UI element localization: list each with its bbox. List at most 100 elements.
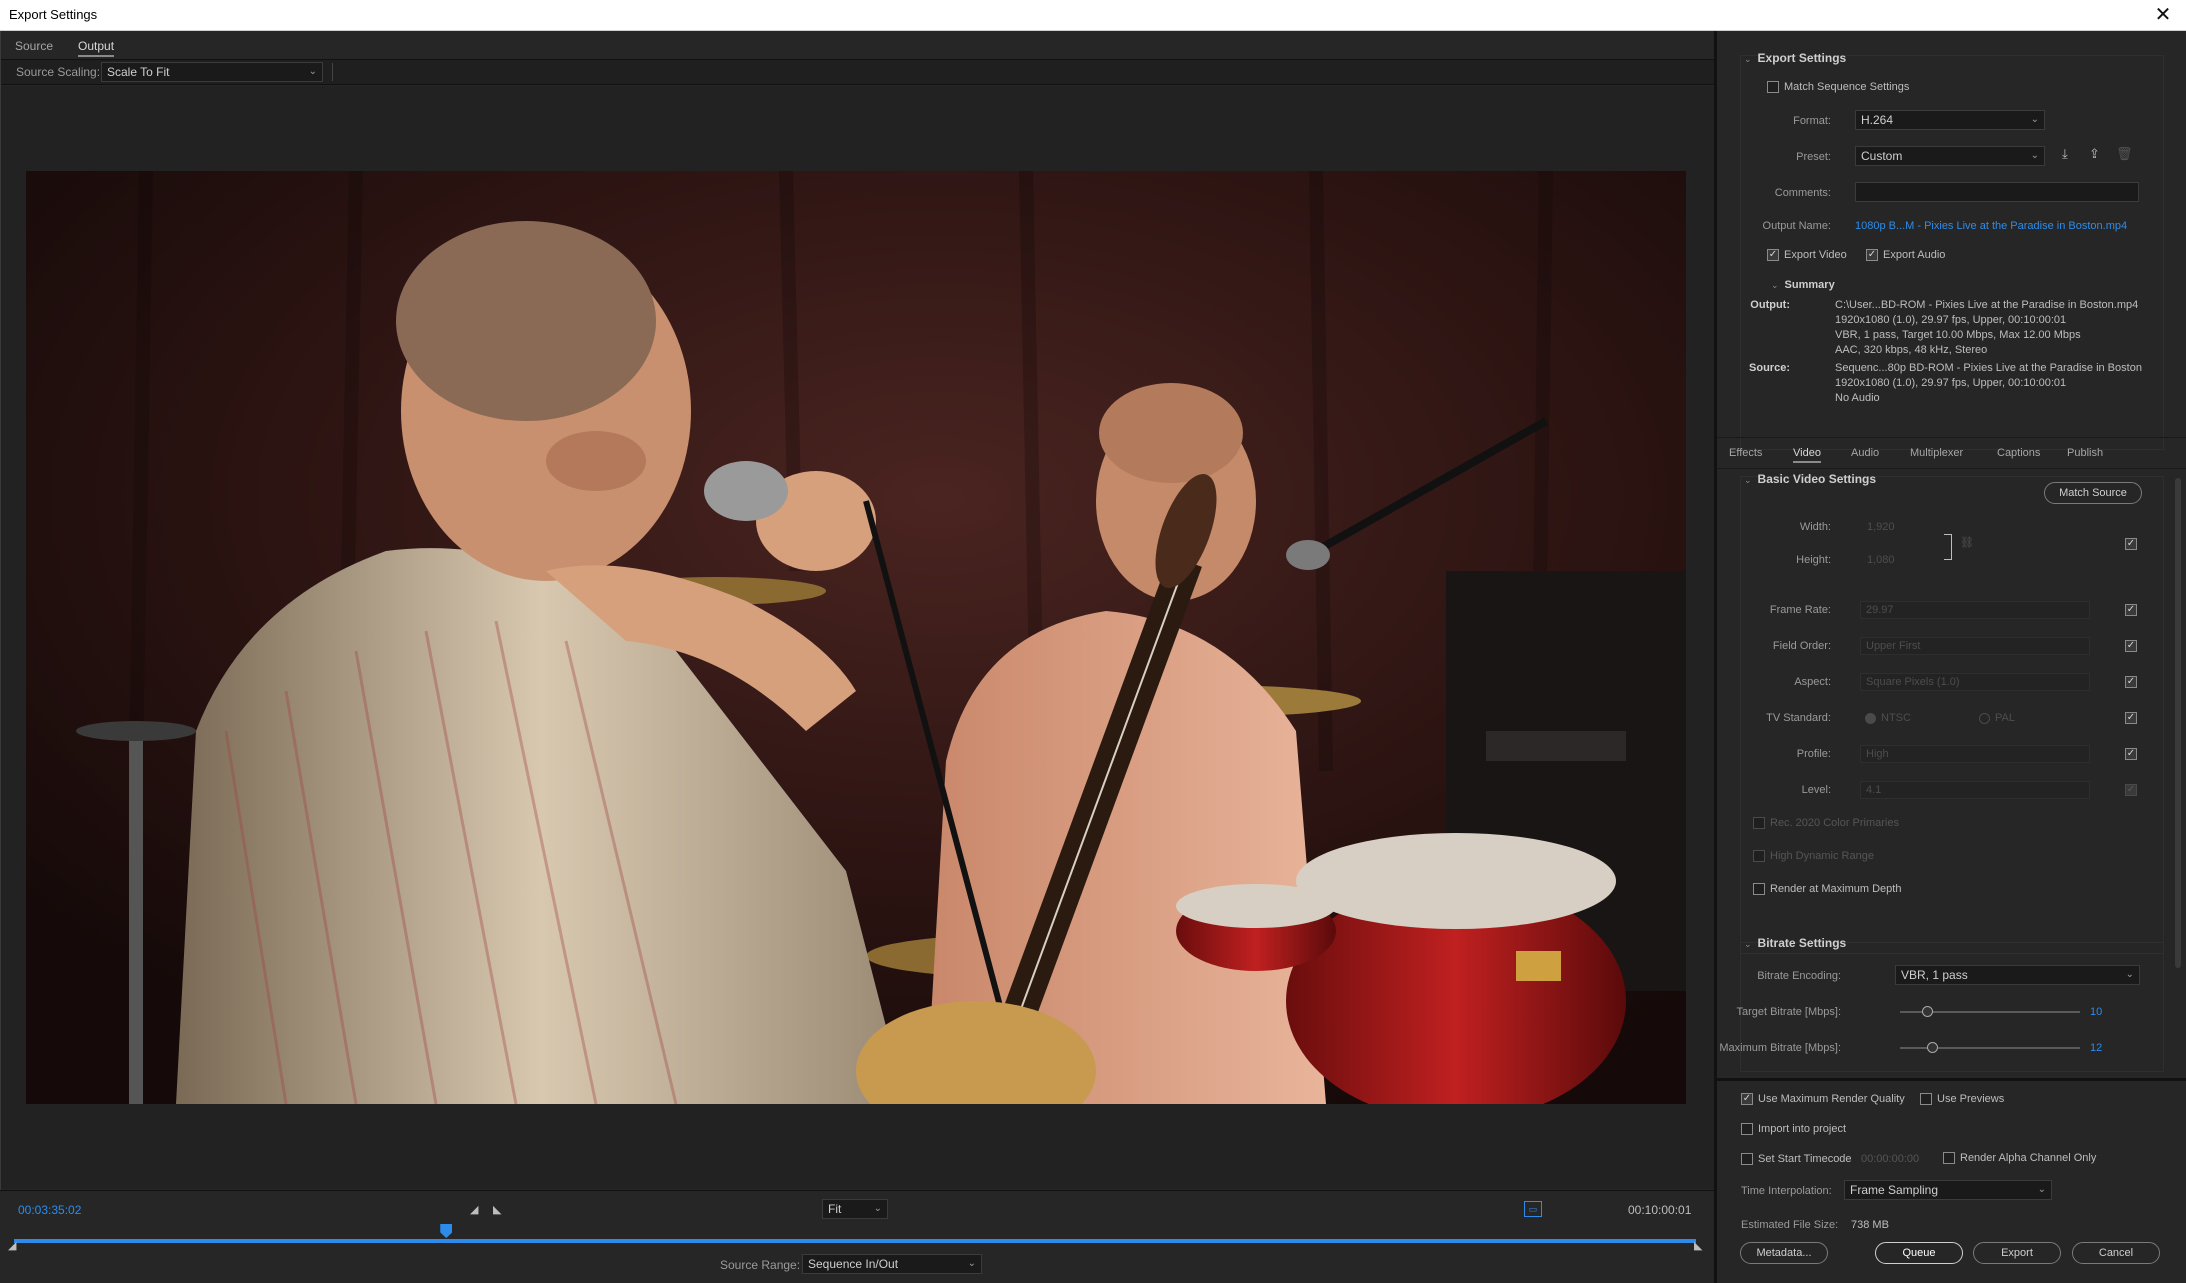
chevron-down-icon: ⌄ [308, 66, 317, 77]
field-order-label: Field Order: [1772, 640, 1831, 652]
match-source-button[interactable]: Match Source [2044, 482, 2142, 504]
summary-source-line: Sequenc...80p BD-ROM - Pixies Live at th… [1835, 362, 2142, 374]
set-in-point-icon[interactable]: ◢ [470, 1203, 478, 1216]
use-previews-checkbox[interactable] [1920, 1093, 1932, 1105]
preset-label: Preset: [1796, 151, 1831, 163]
field-order-checkbox[interactable]: ✓ [2125, 640, 2137, 652]
time-interpolation-label: Time Interpolation: [1741, 1185, 1832, 1197]
bitrate-title: Bitrate Settings [1757, 936, 1847, 950]
set-start-timecode-label: Set Start Timecode [1758, 1153, 1852, 1165]
comments-input[interactable] [1855, 182, 2139, 202]
current-timecode[interactable]: 00:03:35:02 [18, 1203, 81, 1217]
tab-publish[interactable]: Publish [2067, 447, 2103, 459]
delete-preset-icon[interactable]: 🗑 [2116, 146, 2133, 162]
zoom-level-value: Fit [828, 1202, 842, 1216]
playhead-icon[interactable] [440, 1224, 453, 1238]
preset-dropdown[interactable]: Custom ⌄ [1855, 146, 2045, 166]
timeline-scrubber[interactable] [14, 1239, 1696, 1243]
frame-rate-dropdown[interactable]: 29.97 [1860, 601, 2090, 619]
render-alpha-checkbox[interactable] [1943, 1152, 1955, 1164]
ntsc-radio[interactable] [1865, 713, 1876, 724]
render-alpha-label: Render Alpha Channel Only [1960, 1152, 2097, 1164]
width-value[interactable]: 1,920 [1867, 521, 1895, 533]
out-marker-icon[interactable]: ◣ [1694, 1239, 1702, 1252]
export-video-checkbox[interactable]: ✓ [1767, 249, 1779, 261]
source-scaling-value: Scale To Fit [107, 65, 170, 79]
tab-video[interactable]: Video [1793, 447, 1821, 463]
tab-source[interactable]: Source [15, 39, 53, 53]
tab-captions[interactable]: Captions [1997, 447, 2040, 459]
tab-output[interactable]: Output [78, 39, 115, 57]
frame-rate-checkbox[interactable]: ✓ [2125, 604, 2137, 616]
export-audio-checkbox[interactable]: ✓ [1866, 249, 1878, 261]
bitrate-heading[interactable]: ⌄ Bitrate Settings [1744, 936, 1846, 950]
video-preview-frame [26, 171, 1686, 1104]
profile-checkbox[interactable]: ✓ [2125, 748, 2137, 760]
basic-video-heading[interactable]: ⌄ Basic Video Settings [1744, 472, 1876, 486]
use-max-render-quality-checkbox[interactable]: ✓ [1741, 1093, 1753, 1105]
export-audio-label: Export Audio [1883, 249, 1946, 261]
time-interpolation-dropdown[interactable]: Frame Sampling ⌄ [1844, 1180, 2052, 1200]
chevron-down-icon: ⌄ [1744, 54, 1752, 64]
level-dropdown[interactable]: 4.1 [1860, 781, 2090, 799]
close-icon[interactable]: ✕ [2146, 0, 2180, 30]
hdr-checkbox[interactable] [1753, 850, 1765, 862]
target-bitrate-value[interactable]: 10 [2090, 1006, 2102, 1018]
chevron-down-icon: ⌄ [1744, 475, 1752, 485]
height-value[interactable]: 1,080 [1867, 554, 1895, 566]
tab-audio[interactable]: Audio [1851, 447, 1879, 459]
metadata-button[interactable]: Metadata... [1740, 1242, 1828, 1264]
source-scaling-dropdown[interactable]: Scale To Fit ⌄ [101, 62, 323, 82]
tab-multiplexer[interactable]: Multiplexer [1910, 447, 1963, 459]
export-button[interactable]: Export [1973, 1242, 2061, 1264]
comments-label: Comments: [1774, 187, 1831, 199]
summary-heading[interactable]: ⌄ Summary [1771, 279, 1835, 291]
settings-scrollbar[interactable] [2175, 478, 2181, 968]
target-bitrate-knob[interactable] [1922, 1006, 1933, 1017]
aspect-ratio-correction-icon[interactable]: ▭ [1524, 1201, 1542, 1217]
width-height-checkbox[interactable]: ✓ [2125, 538, 2137, 550]
tv-standard-label: TV Standard: [1766, 712, 1831, 724]
use-max-render-quality-label: Use Maximum Render Quality [1758, 1093, 1905, 1105]
set-start-timecode-checkbox[interactable] [1741, 1153, 1753, 1165]
source-range-dropdown[interactable]: Sequence In/Out ⌄ [802, 1254, 982, 1274]
set-out-point-icon[interactable]: ◣ [493, 1203, 501, 1216]
chain-link-icon[interactable]: ⛓ [1960, 536, 1974, 549]
import-preset-icon[interactable]: ⇪ [2089, 146, 2100, 162]
frame-rate-label: Frame Rate: [1769, 604, 1831, 616]
max-bitrate-value[interactable]: 12 [2090, 1042, 2102, 1054]
aspect-dropdown[interactable]: Square Pixels (1.0) [1860, 673, 2090, 691]
summary-output-line: 1920x1080 (1.0), 29.97 fps, Upper, 00:10… [1835, 314, 2067, 326]
tv-standard-checkbox[interactable]: ✓ [2125, 712, 2137, 724]
import-into-project-label: Import into project [1758, 1123, 1847, 1135]
field-order-dropdown[interactable]: Upper First [1860, 637, 2090, 655]
rec2020-checkbox[interactable] [1753, 817, 1765, 829]
pal-radio[interactable] [1979, 713, 1990, 724]
render-max-depth-checkbox[interactable] [1753, 883, 1765, 895]
start-timecode-value[interactable]: 00:00:00:00 [1861, 1153, 1919, 1165]
import-into-project-checkbox[interactable] [1741, 1123, 1753, 1135]
queue-button[interactable]: Queue [1875, 1242, 1963, 1264]
timeline-bar: 00:03:35:02 ◢ ◣ Fit ⌄ ▭ 00:10:00:01 ◢ ◣ … [0, 1190, 1714, 1283]
tab-effects[interactable]: Effects [1729, 447, 1762, 459]
format-dropdown[interactable]: H.264 ⌄ [1855, 110, 2045, 130]
width-label: Width: [1799, 521, 1831, 533]
source-range-label: Source Range: [720, 1258, 801, 1272]
preset-value: Custom [1861, 149, 1903, 163]
aspect-checkbox[interactable]: ✓ [2125, 676, 2137, 688]
profile-dropdown[interactable]: High [1860, 745, 2090, 763]
time-interpolation-value: Frame Sampling [1850, 1183, 1939, 1197]
cancel-button[interactable]: Cancel [2072, 1242, 2160, 1264]
in-marker-icon[interactable]: ◢ [8, 1239, 16, 1252]
chevron-down-icon: ⌄ [2125, 969, 2134, 980]
save-preset-icon[interactable]: ⤓ [2062, 146, 2068, 162]
output-name-link[interactable]: 1080p B...M - Pixies Live at the Paradis… [1855, 220, 2127, 232]
basic-video-title: Basic Video Settings [1757, 472, 1877, 486]
format-value: H.264 [1861, 113, 1894, 127]
bitrate-encoding-dropdown[interactable]: VBR, 1 pass ⌄ [1895, 965, 2140, 985]
use-previews-label: Use Previews [1937, 1093, 2005, 1105]
match-sequence-checkbox[interactable] [1767, 81, 1779, 93]
level-checkbox[interactable]: ✓ [2125, 784, 2137, 796]
zoom-level-dropdown[interactable]: Fit ⌄ [822, 1199, 888, 1219]
export-settings-heading[interactable]: ⌄ Export Settings [1744, 51, 1846, 65]
